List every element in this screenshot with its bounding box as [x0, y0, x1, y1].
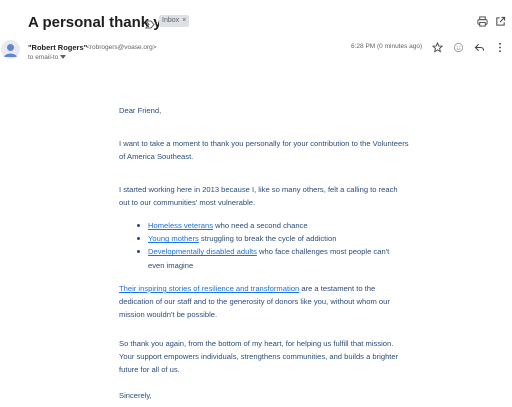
- remove-label-button[interactable]: ×: [182, 15, 186, 27]
- sender-email: <robrogers@voase.org>: [86, 43, 157, 51]
- subject-row: A personal thank you. Inbox ×: [0, 0, 512, 40]
- list-item: Homeless veterans who need a second chan…: [137, 219, 407, 232]
- more-options-icon[interactable]: [493, 40, 507, 54]
- link-inspiring-stories[interactable]: Their inspiring stories of resilience an…: [119, 284, 299, 293]
- open-in-new-window-icon[interactable]: [493, 14, 507, 28]
- paragraph-contribution: I want to take a moment to thank you per…: [119, 139, 409, 162]
- list-item-text: struggling to break the cycle of addicti…: [198, 234, 337, 244]
- chevron-down-icon: [60, 54, 67, 61]
- greeting: Dear Friend,: [119, 106, 162, 115]
- timestamp: 6:28 PM (0 minutes ago): [351, 43, 423, 50]
- link-young-mothers[interactable]: Young mothers: [148, 234, 199, 243]
- emoji-react-icon[interactable]: [451, 40, 465, 54]
- print-icon[interactable]: [475, 14, 489, 28]
- causes-list: Homeless veterans who need a second chan…: [137, 219, 407, 272]
- star-icon[interactable]: [430, 40, 444, 54]
- list-item: Young mothers struggling to break the cy…: [137, 232, 407, 245]
- list-item: Developmentally disabled adults who face…: [137, 245, 407, 271]
- list-item-text: who need a second chance: [213, 221, 308, 230]
- inbox-label-chip[interactable]: Inbox ×: [159, 15, 190, 27]
- link-homeless-veterans[interactable]: Homeless veterans: [148, 221, 213, 230]
- paragraph-calling: I started working here in 2013 because I…: [119, 185, 398, 208]
- link-disabled-adults[interactable]: Developmentally disabled adults: [148, 247, 257, 256]
- paragraph-stories: Their inspiring stories of resilience an…: [119, 282, 409, 322]
- important-marker-icon[interactable]: [144, 16, 155, 29]
- paragraph-thanks: So thank you again, from the bottom of m…: [119, 339, 399, 375]
- recipients-toggle[interactable]: to email-to: [28, 54, 67, 61]
- sender-name[interactable]: "Robert Rogers": [28, 43, 87, 52]
- avatar[interactable]: [1, 40, 20, 59]
- label-text: Inbox: [162, 17, 180, 24]
- closing: Sincerely,: [119, 391, 152, 400]
- reply-icon[interactable]: [472, 40, 486, 54]
- recipients-text: to email-to: [28, 54, 59, 61]
